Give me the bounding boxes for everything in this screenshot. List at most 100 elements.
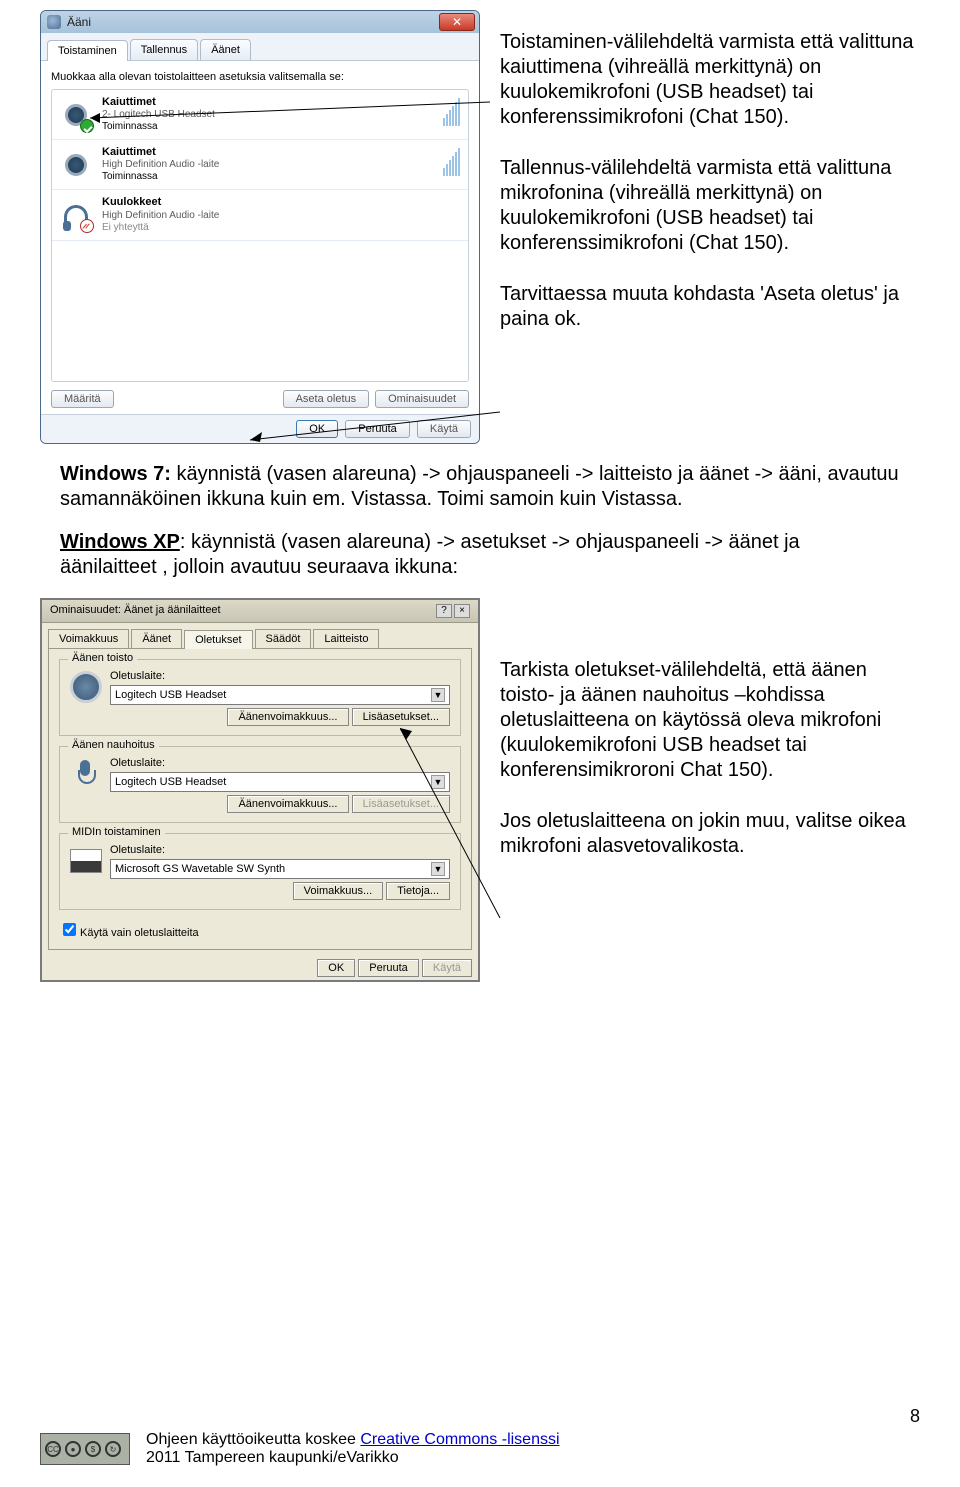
default-label: Oletuslaite: bbox=[110, 670, 450, 682]
tabs: Toistaminen Tallennus Äänet bbox=[41, 33, 479, 61]
nc-icon: $ bbox=[85, 1441, 101, 1457]
tab-recording[interactable]: Tallennus bbox=[130, 39, 198, 60]
callout-3: Tarvittaessa muuta kohdasta 'Aseta oletu… bbox=[500, 282, 920, 332]
win7-label: Windows 7: bbox=[60, 463, 171, 485]
speaker-icon bbox=[58, 97, 94, 133]
sound-icon bbox=[47, 15, 61, 29]
midi-icon bbox=[70, 849, 102, 873]
recording-device-select[interactable]: Logitech USB Headset ▼ bbox=[110, 772, 450, 792]
chevron-down-icon: ▼ bbox=[431, 862, 445, 876]
device-row[interactable]: Kaiuttimet 2- Logitech USB Headset Toimi… bbox=[52, 90, 468, 140]
footer-org: 2011 Tampereen kaupunki/eVarikko bbox=[146, 1449, 560, 1467]
page-number: 8 bbox=[910, 1406, 920, 1427]
speaker-icon bbox=[70, 671, 102, 703]
callout-text-block: Toistaminen-välilehdeltä varmista että v… bbox=[500, 10, 920, 444]
device-status: Toiminnassa bbox=[102, 121, 215, 133]
tab-playback[interactable]: Toistaminen bbox=[47, 40, 128, 61]
tab-volume[interactable]: Voimakkuus bbox=[48, 629, 129, 648]
microphone-icon bbox=[70, 758, 102, 790]
cc-license-badge: CC ● $ ↻ bbox=[40, 1433, 130, 1465]
ok-button[interactable]: OK bbox=[296, 420, 338, 438]
device-title: Kaiuttimet bbox=[102, 96, 215, 109]
properties-button[interactable]: Ominaisuudet bbox=[375, 390, 469, 408]
tab-defaults[interactable]: Oletukset bbox=[184, 630, 252, 649]
recording-group: Äänen nauhoitus Oletuslaite: Logitech US… bbox=[59, 746, 461, 823]
window-titlebar: Ominaisuudet: Äänet ja äänilaitteet ? × bbox=[42, 600, 478, 623]
vista-sound-dialog: Ääni ✕ Toistaminen Tallennus Äänet Muokk… bbox=[40, 10, 480, 444]
close-button[interactable]: × bbox=[454, 604, 470, 618]
tab-hardware[interactable]: Laitteisto bbox=[313, 629, 379, 648]
winxp-label: Windows XP bbox=[60, 531, 180, 553]
tab-sounds[interactable]: Äänet bbox=[200, 39, 251, 60]
window-title: Ääni bbox=[67, 15, 91, 29]
disconnected-badge-icon bbox=[80, 219, 94, 233]
callout-2: Tallennus-välilehdeltä varmista että val… bbox=[500, 156, 920, 256]
device-status: Toiminnassa bbox=[102, 171, 219, 183]
xp-callout-1: Tarkista oletukset-välilehdeltä, että ää… bbox=[500, 658, 920, 783]
tabs: Voimakkuus Äänet Oletukset Säädöt Laitte… bbox=[42, 623, 478, 648]
apply-button[interactable]: Käytä bbox=[422, 959, 472, 977]
volume-button[interactable]: Äänenvoimakkuus... bbox=[227, 708, 348, 726]
group-title: Äänen toisto bbox=[68, 652, 137, 664]
window-title: Ominaisuudet: Äänet ja äänilaitteet bbox=[50, 604, 221, 618]
midi-device-select[interactable]: Microsoft GS Wavetable SW Synth ▼ bbox=[110, 859, 450, 879]
device-title: Kuulokkeet bbox=[102, 196, 219, 209]
xp-callout-2: Jos oletuslaitteena on jokin muu, valits… bbox=[500, 809, 920, 859]
advanced-button[interactable]: Lisäasetukset... bbox=[352, 708, 450, 726]
advanced-button[interactable]: Lisäasetukset... bbox=[352, 795, 450, 813]
cancel-button[interactable]: Peruuta bbox=[358, 959, 419, 977]
xp-callout-block: Tarkista oletukset-välilehdeltä, että ää… bbox=[500, 598, 920, 982]
only-defaults-checkbox[interactable]: Käytä vain oletuslaitteita bbox=[59, 920, 461, 939]
select-value: Logitech USB Headset bbox=[115, 776, 226, 788]
headphone-icon bbox=[58, 197, 94, 233]
sa-icon: ↻ bbox=[105, 1441, 121, 1457]
device-row[interactable]: Kaiuttimet High Definition Audio -laite … bbox=[52, 140, 468, 190]
checkbox-label: Käytä vain oletuslaitteita bbox=[80, 927, 199, 939]
cc-license-link[interactable]: Creative Commons -lisenssi bbox=[360, 1431, 559, 1448]
set-default-button[interactable]: Aseta oletus bbox=[283, 390, 370, 408]
speaker-icon bbox=[58, 147, 94, 183]
playback-group: Äänen toisto Oletuslaite: Logitech USB H… bbox=[59, 659, 461, 736]
device-subtitle: 2- Logitech USB Headset bbox=[102, 109, 215, 121]
footer-text: Ohjeen käyttöoikeutta koskee bbox=[146, 1431, 360, 1448]
tab-adjust[interactable]: Säädöt bbox=[255, 629, 312, 648]
winxp-paragraph: Windows XP: käynnistä (vasen alareuna) -… bbox=[60, 530, 900, 580]
cc-icon: CC bbox=[45, 1441, 61, 1457]
by-icon: ● bbox=[65, 1441, 81, 1457]
volume-button[interactable]: Äänenvoimakkuus... bbox=[227, 795, 348, 813]
cancel-button[interactable]: Peruuta bbox=[345, 420, 410, 438]
close-button[interactable]: ✕ bbox=[439, 13, 475, 31]
instruction-text: Muokkaa alla olevan toistolaitteen asetu… bbox=[51, 71, 469, 83]
playback-device-select[interactable]: Logitech USB Headset ▼ bbox=[110, 685, 450, 705]
group-title: MIDIn toistaminen bbox=[68, 826, 165, 838]
device-subtitle: High Definition Audio -laite bbox=[102, 159, 219, 171]
select-value: Logitech USB Headset bbox=[115, 689, 226, 701]
apply-button[interactable]: Käytä bbox=[417, 420, 471, 438]
select-value: Microsoft GS Wavetable SW Synth bbox=[115, 863, 285, 875]
device-title: Kaiuttimet bbox=[102, 146, 219, 159]
win7-text: käynnistä (vasen alareuna) -> ohjauspane… bbox=[60, 463, 899, 510]
device-subtitle: High Definition Audio -laite bbox=[102, 210, 219, 222]
chevron-down-icon: ▼ bbox=[431, 775, 445, 789]
info-button[interactable]: Tietoja... bbox=[386, 882, 450, 900]
window-titlebar: Ääni ✕ bbox=[41, 11, 479, 33]
device-status: Ei yhteyttä bbox=[102, 222, 219, 234]
page-footer: CC ● $ ↻ Ohjeen käyttöoikeutta koskee Cr… bbox=[0, 1431, 960, 1467]
configure-button[interactable]: Määritä bbox=[51, 390, 114, 408]
ok-button[interactable]: OK bbox=[317, 959, 355, 977]
level-meter bbox=[443, 146, 460, 176]
default-label: Oletuslaite: bbox=[110, 844, 450, 856]
volume-button[interactable]: Voimakkuus... bbox=[293, 882, 383, 900]
group-title: Äänen nauhoitus bbox=[68, 739, 159, 751]
checkbox-input[interactable] bbox=[63, 923, 76, 936]
help-button[interactable]: ? bbox=[436, 604, 452, 618]
chevron-down-icon: ▼ bbox=[431, 688, 445, 702]
device-list: Kaiuttimet 2- Logitech USB Headset Toimi… bbox=[51, 89, 469, 382]
device-row[interactable]: Kuulokkeet High Definition Audio -laite … bbox=[52, 190, 468, 240]
tab-sounds[interactable]: Äänet bbox=[131, 629, 182, 648]
xp-sound-dialog: Ominaisuudet: Äänet ja äänilaitteet ? × … bbox=[40, 598, 480, 982]
callout-1: Toistaminen-välilehdeltä varmista että v… bbox=[500, 30, 920, 130]
windows7-paragraph: Windows 7: käynnistä (vasen alareuna) ->… bbox=[60, 462, 900, 512]
check-badge-icon bbox=[80, 119, 94, 133]
default-label: Oletuslaite: bbox=[110, 757, 450, 769]
